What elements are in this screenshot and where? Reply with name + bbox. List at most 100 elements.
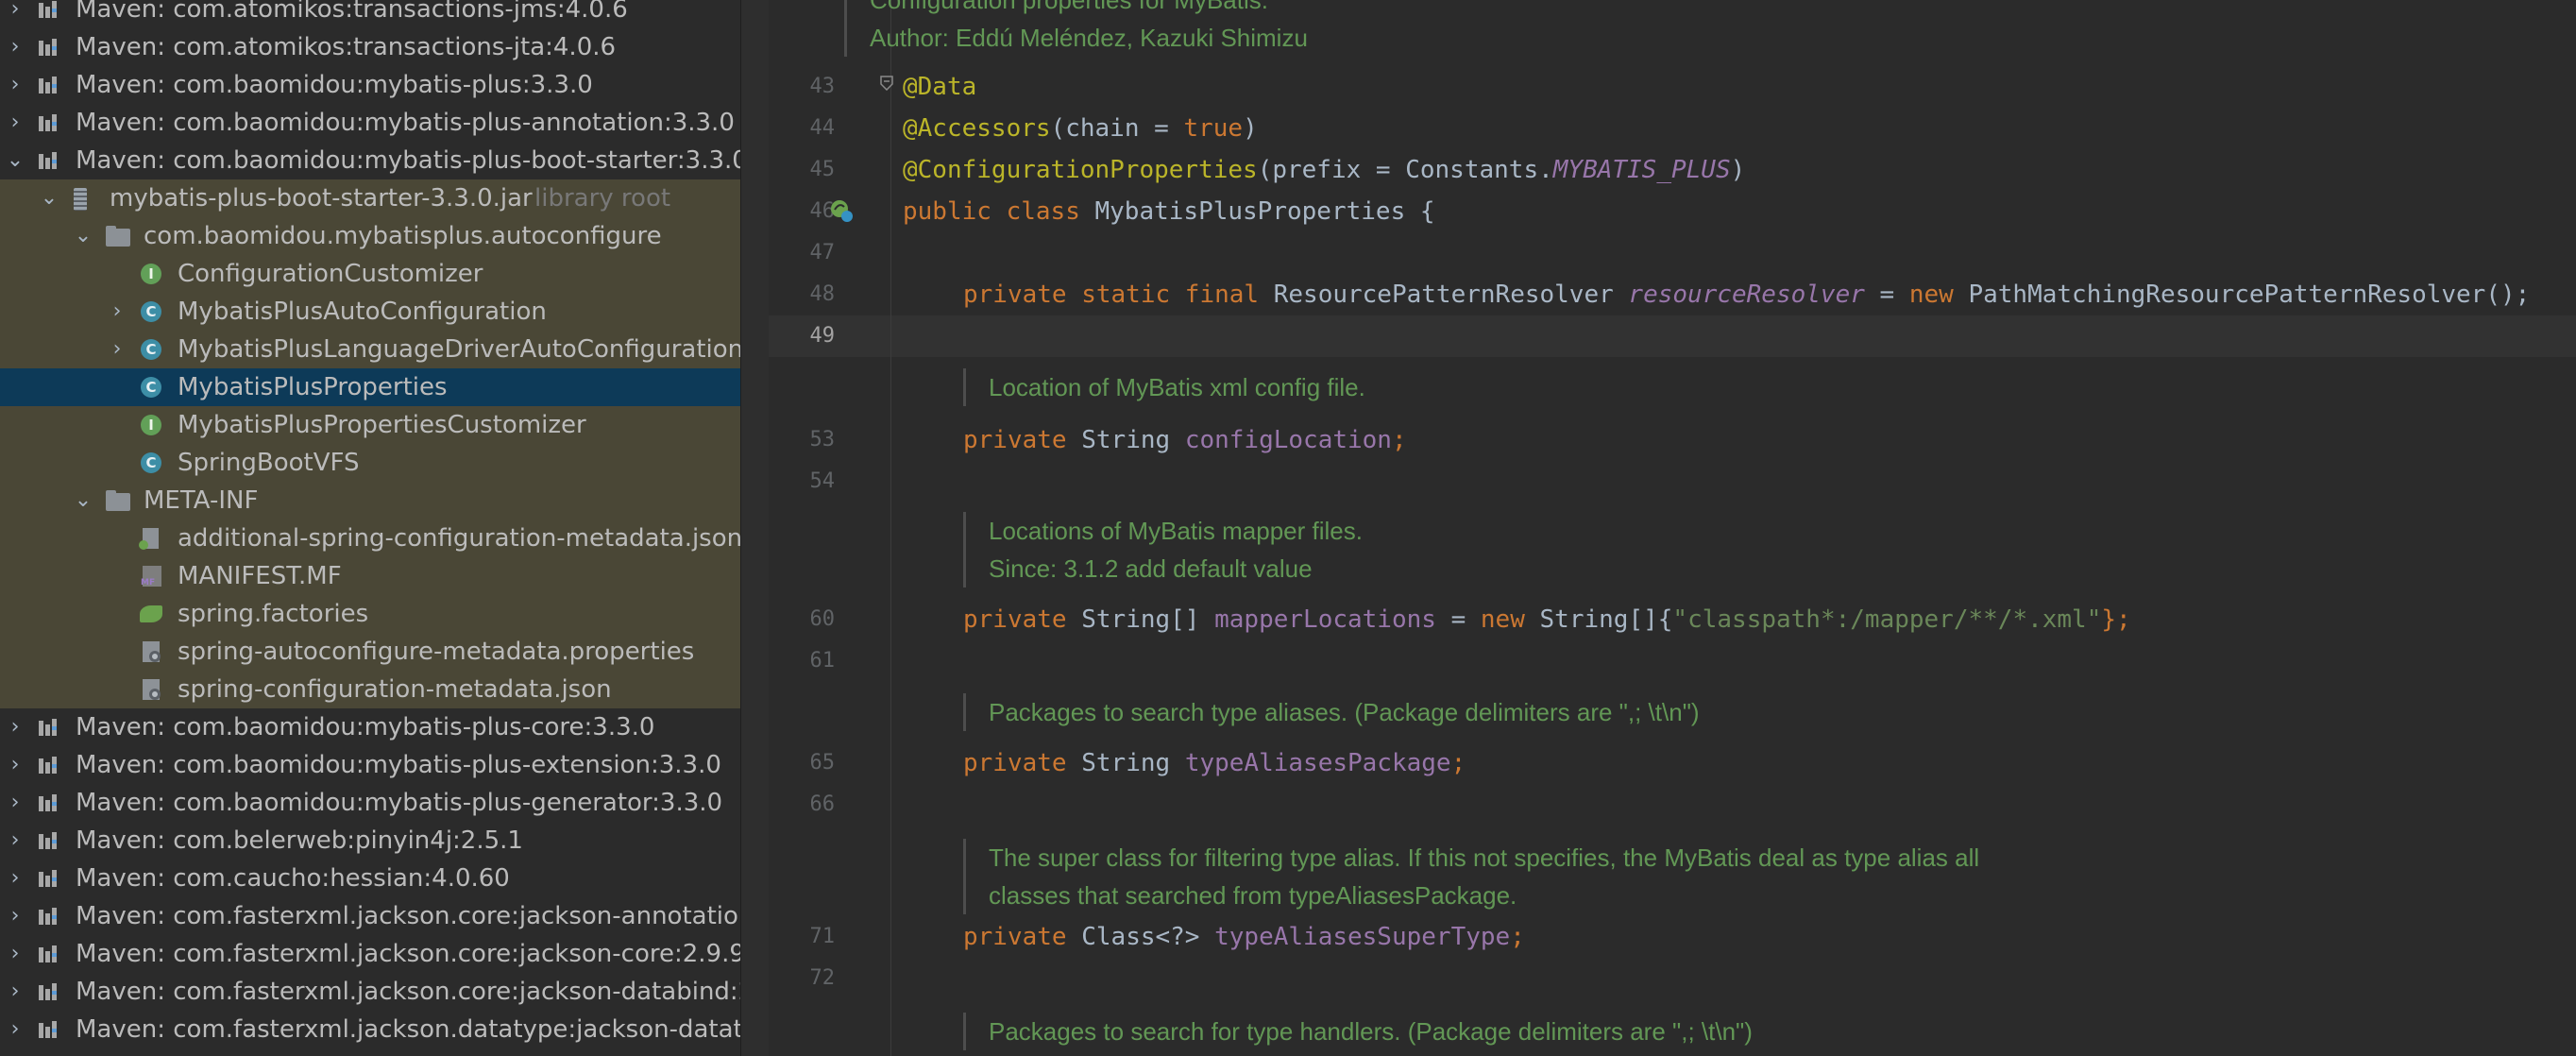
tree-item[interactable]: › Maven: com.atomikos:transactions-jta:4.… (0, 28, 740, 66)
code-token: private static final (963, 281, 1274, 309)
class-icon: C (140, 301, 162, 322)
chevron-down-icon[interactable]: ⌄ (38, 179, 60, 217)
tree-item[interactable]: › Maven: com.caucho:hessian:4.0.60 (0, 860, 740, 897)
tree-item-label: MybatisPlusProperties (178, 373, 448, 401)
tree-item[interactable]: ⌄ Maven: com.baomidou:mybatis-plus-boot-s… (0, 142, 740, 179)
tree-item[interactable]: › Maven: com.fasterxml.jackson.core:jacks… (0, 897, 740, 935)
fold-marker-icon[interactable] (880, 76, 893, 91)
chevron-right-icon[interactable]: › (4, 897, 26, 935)
tree-item-label: Maven: com.baomidou:mybatis-plus-boot-st… (76, 146, 740, 175)
panel-splitter[interactable] (740, 0, 770, 1056)
code-token: }; (2101, 605, 2131, 634)
tree-item[interactable]: spring-configuration-metadata.json (0, 671, 740, 708)
tree-item[interactable]: ⌄ META-INF (0, 482, 740, 519)
interface-icon: I (140, 264, 162, 284)
code-token: (prefix = Constants. (1257, 156, 1553, 184)
tree-item[interactable]: additional-spring-configuration-metadata… (0, 519, 740, 557)
tree-item[interactable]: ⌄ mybatis-plus-boot-starter-3.3.0.jar libr… (0, 179, 740, 217)
line-number: 43 (809, 75, 836, 98)
tree-item[interactable]: › C MybatisPlusAutoConfiguration (0, 293, 740, 331)
doc-line: Since: 3.1.2 add default value (989, 554, 1313, 583)
tree-item[interactable]: › Maven: com.baomidou:mybatis-plus-core:3… (0, 708, 740, 746)
maven-library-icon (38, 755, 60, 775)
annotation-accessors: @Accessors (903, 114, 1051, 143)
tree-item[interactable]: › Maven: com.fasterxml.jackson.datatype:j… (0, 1011, 740, 1048)
chevron-right-icon[interactable]: › (4, 973, 26, 1011)
tree-item-label: MybatisPlusPropertiesCustomizer (178, 411, 586, 439)
code-token: ; (1450, 749, 1466, 777)
tree-item[interactable]: › Maven: com.baomidou:mybatis-plus-genera… (0, 784, 740, 822)
tree-item[interactable]: › Maven: com.baomidou:mybatis-plus-annota… (0, 104, 740, 142)
code-token: = (1864, 281, 1909, 309)
spring-factories-icon (140, 604, 162, 624)
tree-item[interactable]: › C MybatisPlusLanguageDriverAutoConfigura… (0, 331, 740, 368)
tree-item-selected[interactable]: C MybatisPlusProperties (0, 368, 740, 406)
doc-line: Location of MyBatis xml config file. (989, 373, 1365, 401)
folder-icon (106, 490, 130, 511)
doc-line: classes that searched from typeAliasesPa… (989, 881, 1517, 910)
chevron-right-icon[interactable]: › (4, 746, 26, 784)
chevron-down-icon[interactable]: ⌄ (72, 217, 94, 255)
tree-item[interactable]: C SpringBootVFS (0, 444, 740, 482)
spring-bean-gutter-icon[interactable] (829, 198, 854, 223)
code-token: String (1081, 426, 1185, 454)
tree-item-label: Maven: com.baomidou:mybatis-plus-core:3.… (76, 713, 655, 741)
tree-item-label: Maven: com.fasterxml.jackson.core:jackso… (76, 940, 740, 968)
tree-item-label: ConfigurationCustomizer (178, 260, 483, 288)
tree-item-label: Maven: com.fasterxml.jackson.datatype:ja… (76, 1015, 740, 1044)
chevron-right-icon[interactable]: › (4, 784, 26, 822)
code-token: true (1183, 114, 1244, 143)
chevron-down-icon[interactable]: ⌄ (72, 482, 94, 519)
tree-item-label: spring-configuration-metadata.json (178, 675, 612, 704)
code-token: String[] (1081, 605, 1215, 634)
code-editor[interactable]: Configuration properties for MyBatis. Au… (769, 0, 2576, 1056)
line-number: 65 (809, 751, 836, 775)
chevron-right-icon[interactable]: › (4, 708, 26, 746)
tree-item[interactable]: › Maven: com.baomidou:mybatis-plus:3.3.0 (0, 66, 740, 104)
code-token: new (1480, 605, 1540, 634)
chevron-right-icon[interactable]: › (4, 935, 26, 973)
tree-item[interactable]: spring-autoconfigure-metadata.properties (0, 633, 740, 671)
tree-item[interactable]: ⌄ com.baomidou.mybatisplus.autoconfigure (0, 217, 740, 255)
code-token: configLocation (1184, 426, 1392, 454)
jar-icon (72, 188, 89, 211)
code-token: String[]{ (1539, 605, 1673, 634)
tree-item[interactable]: › Maven: com.baomidou:mybatis-plus-extens… (0, 746, 740, 784)
maven-library-icon (38, 75, 60, 95)
tree-item[interactable]: › Maven: com.belerweb:pinyin4j:2.5.1 (0, 822, 740, 860)
tree-item[interactable]: spring.factories (0, 595, 740, 633)
doc-line: The super class for filtering type alias… (989, 843, 1980, 872)
maven-library-icon (38, 150, 60, 171)
class-icon: C (140, 339, 162, 360)
tree-item-label: SpringBootVFS (178, 449, 360, 477)
chevron-right-icon[interactable]: › (106, 293, 128, 331)
line-number: 54 (809, 469, 836, 493)
chevron-right-icon[interactable]: › (4, 104, 26, 142)
properties-icon (140, 641, 162, 662)
tree-item[interactable]: › Maven: com.fasterxml.jackson.core:jacks… (0, 935, 740, 973)
chevron-down-icon[interactable]: ⌄ (4, 142, 26, 179)
chevron-right-icon[interactable]: › (106, 331, 128, 368)
code-line-71: private Class<?> typeAliasesSuperType; (963, 916, 1525, 958)
code-token: private (963, 605, 1082, 634)
maven-library-icon (38, 0, 60, 20)
tree-item[interactable]: I ConfigurationCustomizer (0, 255, 740, 293)
chevron-right-icon[interactable]: › (4, 0, 26, 28)
chevron-right-icon[interactable]: › (4, 66, 26, 104)
chevron-right-icon[interactable]: › (4, 1011, 26, 1048)
code-line-44: @Accessors(chain = true) (903, 108, 1258, 149)
maven-library-icon (38, 1019, 60, 1040)
line-number: 44 (809, 116, 836, 140)
tree-item[interactable]: › Maven: com.fasterxml.jackson.core:jacks… (0, 973, 740, 1011)
line-number: 45 (809, 158, 836, 181)
maven-library-icon (38, 792, 60, 813)
chevron-right-icon[interactable]: › (4, 822, 26, 860)
chevron-right-icon[interactable]: › (4, 860, 26, 897)
chevron-right-icon[interactable]: › (4, 28, 26, 66)
tree-item[interactable]: I MybatisPlusPropertiesCustomizer (0, 406, 740, 444)
line-number: 47 (809, 241, 836, 264)
line-number: 53 (809, 428, 836, 451)
tree-item[interactable]: MF MANIFEST.MF (0, 557, 740, 595)
tree-item[interactable]: › Maven: com.atomikos:transactions-jms:4.… (0, 0, 740, 28)
code-token: (chain = (1050, 114, 1184, 143)
